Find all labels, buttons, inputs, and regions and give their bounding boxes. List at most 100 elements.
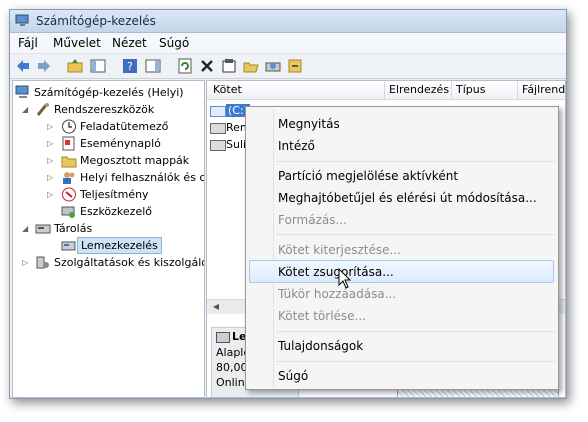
tree-item-device-manager[interactable]: Eszközkezelő: [61, 203, 203, 220]
menu-item-delete-volume: Kötet törlése...: [278, 309, 366, 323]
system-tools-icon: [36, 103, 49, 116]
performance-icon: [62, 187, 76, 202]
tree-item-label: Rendszereszközök: [54, 103, 155, 116]
table-row[interactable]: Suli: [210, 137, 250, 153]
tree-item-label: Eseménynapló: [80, 137, 161, 150]
tree-item-performance[interactable]: Teljesítmény: [61, 186, 203, 203]
navigation-tree: Számítógép-kezelés (Helyi) ◢ Rendszeresz…: [12, 80, 205, 398]
menu-view[interactable]: Nézet: [112, 36, 147, 50]
device-manager-icon: [61, 206, 75, 218]
title-bar[interactable]: Számítógép-kezelés: [10, 10, 566, 33]
menu-item-shrink-volume[interactable]: Kötet zsugorítása...: [278, 265, 394, 279]
collapse-arrow-icon[interactable]: ◢: [22, 105, 32, 115]
table-row[interactable]: (C:): [210, 103, 250, 119]
table-row[interactable]: Ren: [210, 120, 250, 136]
column-divider[interactable]: [384, 81, 385, 99]
volume-table-header: Kötet Elrendezés Típus Fájlrend: [207, 81, 565, 100]
shared-folder-icon: [61, 156, 77, 168]
column-volume[interactable]: Kötet: [213, 83, 242, 96]
help-icon[interactable]: ?: [121, 57, 139, 75]
delete-icon[interactable]: [198, 57, 216, 75]
tree-item-label: Eszközkezelő: [80, 205, 153, 218]
services-icon: [36, 256, 49, 269]
collapse-arrow-icon[interactable]: ◢: [22, 224, 32, 234]
tree-item-system-tools[interactable]: Rendszereszközök: [35, 101, 203, 118]
expand-arrow-icon[interactable]: ▷: [47, 139, 57, 149]
menu-separator: [276, 234, 555, 235]
menu-separator: [276, 331, 555, 332]
scroll-left-icon[interactable]: ◀: [209, 301, 223, 313]
menu-action[interactable]: Művelet: [53, 36, 101, 50]
menu-item-explore[interactable]: Intéző: [278, 139, 315, 153]
refresh-icon[interactable]: [176, 57, 194, 75]
up-folder-icon[interactable]: [66, 57, 84, 75]
storage-icon: [35, 224, 51, 234]
menu-item-open[interactable]: Megnyitás: [278, 117, 340, 131]
volume-icon: [210, 140, 226, 151]
clock-icon: [62, 119, 76, 134]
properties-icon[interactable]: [220, 57, 238, 75]
disk-management-icon: [61, 241, 76, 251]
search-disk-icon[interactable]: [264, 57, 282, 75]
tree-item-root[interactable]: Számítógép-kezelés (Helyi): [15, 84, 203, 101]
computer-management-icon: [15, 14, 29, 26]
forward-arrow-icon[interactable]: [35, 57, 53, 75]
expand-arrow-icon[interactable]: ▷: [47, 190, 57, 200]
tree-item-label: Szolgáltatások és kiszolgáló: [54, 256, 205, 269]
tree-item-storage[interactable]: Tárolás: [35, 220, 203, 237]
context-menu: Megnyitás Intéző Partíció megjelölése ak…: [245, 106, 559, 390]
window-title: Számítógép-kezelés: [36, 14, 156, 28]
menu-separator: [276, 361, 555, 362]
volume-name: Ren: [226, 121, 247, 134]
svg-text:?: ?: [127, 60, 133, 73]
expand-arrow-icon[interactable]: ▷: [47, 173, 57, 183]
disk-status: Onlin: [216, 376, 245, 389]
expand-arrow-icon[interactable]: ▷: [47, 156, 57, 166]
menu-item-format: Formázás...: [278, 213, 347, 227]
tree-item-label: Feladatütemező: [80, 120, 169, 133]
tree-item-label: Tárolás: [54, 222, 93, 235]
back-arrow-icon[interactable]: [14, 57, 32, 75]
column-layout[interactable]: Elrendezés: [389, 83, 449, 96]
menu-file[interactable]: Fájl: [18, 36, 38, 50]
show-hide-tree-icon[interactable]: [89, 57, 107, 75]
properties-pane-icon[interactable]: [144, 57, 162, 75]
menu-item-extend-volume: Kötet kiterjesztése...: [278, 243, 401, 257]
menu-help[interactable]: Súgó: [159, 36, 189, 50]
tree-item-event-viewer[interactable]: Eseménynapló: [61, 135, 203, 152]
tree-item-label: Helyi felhasználók és cs: [80, 171, 205, 184]
disk-size: 80,00: [216, 361, 248, 374]
volume-icon: [210, 106, 226, 117]
column-divider[interactable]: [451, 81, 452, 99]
menu-item-change-drive-letter[interactable]: Meghajtóbetűjel és elérési út módosítása…: [278, 191, 537, 205]
tree-item-label: Megosztott mappák: [80, 154, 190, 167]
menu-item-help[interactable]: Súgó: [278, 369, 308, 383]
column-filesystem[interactable]: Fájlrend: [522, 83, 565, 96]
expand-arrow-icon[interactable]: ▷: [47, 122, 57, 132]
tree-item-services[interactable]: Szolgáltatások és kiszolgáló: [35, 254, 205, 271]
column-type[interactable]: Típus: [456, 83, 485, 96]
volume-icon: [210, 123, 226, 134]
event-log-icon: [62, 136, 75, 151]
menu-bar: Fájl Művelet Nézet Súgó: [10, 33, 566, 54]
tree-item-shared-folders[interactable]: Megosztott mappák: [61, 152, 203, 169]
export-icon[interactable]: [286, 57, 304, 75]
computer-icon: [15, 85, 29, 98]
menu-separator: [276, 161, 555, 162]
menu-item-properties[interactable]: Tulajdonságok: [278, 339, 363, 353]
disk-icon: [216, 332, 230, 343]
tree-item-label: Számítógép-kezelés (Helyi): [34, 86, 184, 99]
column-divider[interactable]: [517, 81, 518, 99]
tree-item-task-scheduler[interactable]: Feladatütemező: [61, 118, 203, 135]
expand-arrow-icon[interactable]: ▷: [22, 258, 32, 268]
toolbar: ?: [10, 54, 566, 79]
volume-name: Suli: [226, 138, 247, 151]
users-icon: [63, 172, 75, 184]
tree-item-local-users[interactable]: Helyi felhasználók és cs: [61, 169, 205, 186]
open-folder-icon[interactable]: [242, 57, 260, 75]
tree-item-disk-management[interactable]: Lemezkezelés: [61, 237, 203, 254]
tree-item-label: Lemezkezelés: [77, 237, 162, 254]
mouse-cursor-icon: [338, 268, 352, 289]
menu-item-mark-active[interactable]: Partíció megjelölése aktívként: [278, 169, 458, 183]
tree-item-label: Teljesítmény: [80, 188, 149, 201]
